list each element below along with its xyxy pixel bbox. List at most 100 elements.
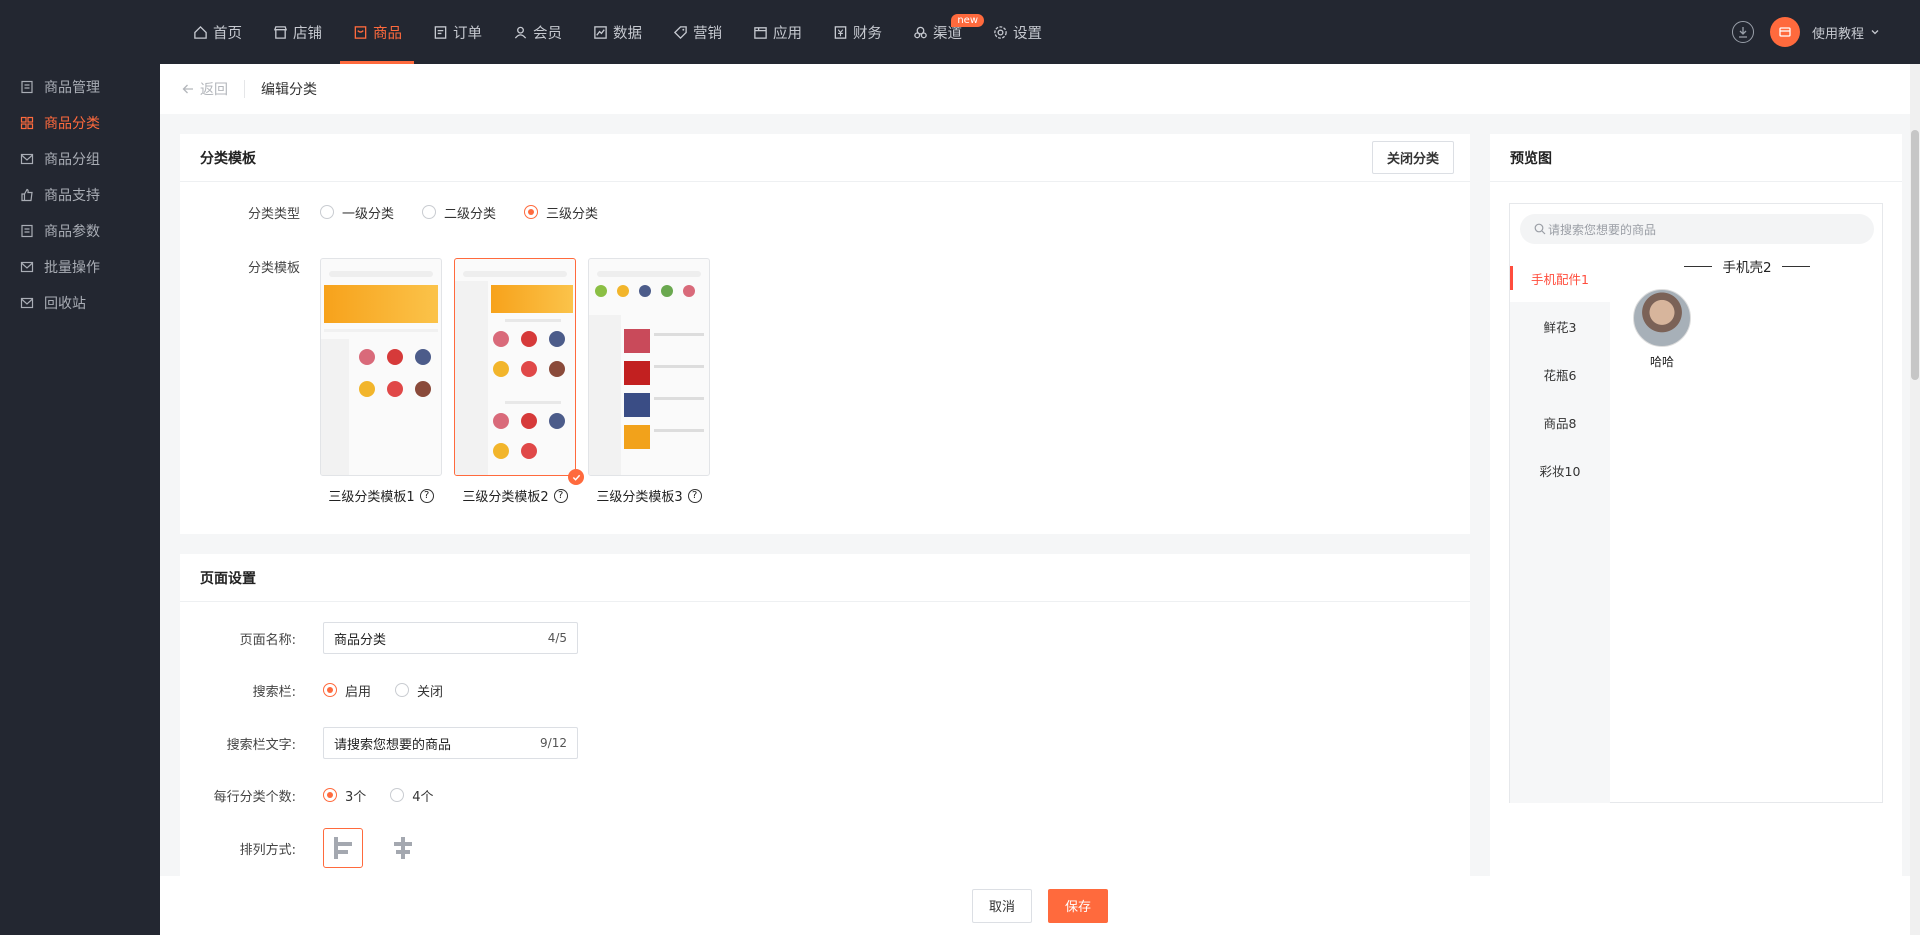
search-bar-row: 搜索栏: 启用 关闭	[180, 680, 443, 700]
top-right-tools: 使用教程	[1731, 0, 1880, 64]
cancel-button[interactable]: 取消	[971, 888, 1032, 923]
breadcrumb: 返回 编辑分类	[160, 64, 1920, 114]
radio-label: 一级分类	[342, 206, 395, 222]
nav-settings[interactable]: 设置	[980, 0, 1054, 64]
template-thumb-2[interactable]	[454, 258, 576, 476]
nav-label: 商品	[373, 25, 402, 42]
tag-icon	[672, 24, 688, 40]
nav-label: 会员	[533, 25, 562, 42]
mail-icon	[20, 152, 34, 166]
category-type-row: 分类类型 一级分类 二级分类 三级分类	[180, 202, 598, 222]
radio-dot	[395, 683, 410, 697]
nav-member[interactable]: 会员	[500, 0, 574, 64]
template-card: 分类模板 关闭分类 分类类型 一级分类 二级分类 三级分类 分类模板 三级分类模…	[180, 134, 1470, 534]
radio-per-row-3[interactable]: 3个	[323, 786, 366, 805]
subcategory-label: 手机壳2	[1722, 260, 1772, 276]
help-icon[interactable]: ?	[687, 488, 702, 503]
preview-category-item: 花瓶6	[1543, 367, 1577, 383]
template-thumb-1[interactable]	[320, 258, 442, 476]
sidebar-item-goods-support[interactable]: 商品支持	[0, 177, 160, 213]
template-card-header: 分类模板 关闭分类	[180, 134, 1470, 182]
preview-header: 预览图	[1490, 134, 1902, 182]
per-row-label: 每行分类个数:	[213, 789, 296, 805]
scrollbar[interactable]	[1910, 64, 1920, 935]
home-icon	[192, 24, 208, 40]
radio-level-1[interactable]: 一级分类	[320, 203, 394, 222]
nav-label: 数据	[613, 25, 642, 42]
preview-product-item: 哈哈	[1632, 289, 1692, 370]
batch-icon	[20, 260, 34, 274]
search-text-input[interactable]: 请搜索您想要的商品 9/12	[323, 727, 578, 759]
back-label: 返回	[200, 82, 228, 98]
category-template-label: 分类模板	[247, 260, 300, 276]
sidebar-item-label: 回收站	[44, 296, 86, 312]
sidebar-item-batch-ops[interactable]: 批量操作	[0, 249, 160, 285]
arrange-label: 排列方式:	[239, 842, 296, 858]
nav-label: 订单	[453, 25, 482, 42]
preview-category-list: 手机配件1 鲜花3 花瓶6 商品8 彩妆10	[1510, 254, 1610, 803]
template-thumb-3[interactable]	[588, 258, 710, 476]
align-left-button[interactable]	[323, 828, 363, 868]
radio-per-row-4[interactable]: 4个	[390, 786, 434, 805]
category-type-label: 分类类型	[247, 206, 300, 222]
nav-label: 应用	[773, 25, 802, 42]
preview-category-item: 鲜花3	[1543, 319, 1577, 335]
nav-channel[interactable]: 渠道 new	[900, 0, 984, 64]
nav-data[interactable]: 数据	[580, 0, 654, 64]
help-icon[interactable]: ?	[419, 488, 434, 503]
sidebar-item-recycle-bin[interactable]: 回收站	[0, 285, 160, 321]
search-text-label: 搜索栏文字:	[226, 737, 296, 753]
template-label: 三级分类模板3	[596, 490, 683, 505]
help-tutorial-dropdown[interactable]: 使用教程	[1812, 23, 1880, 42]
preview-category-item: 商品8	[1543, 415, 1577, 431]
nav-home[interactable]: 首页	[180, 0, 254, 64]
radio-label: 三级分类	[546, 206, 599, 222]
download-icon[interactable]	[1731, 21, 1754, 43]
thumbs-up-icon	[20, 188, 34, 202]
radio-label: 关闭	[417, 684, 444, 700]
sidebar-item-goods-params[interactable]: 商品参数	[0, 213, 160, 249]
nav-finance[interactable]: 财务	[820, 0, 894, 64]
preview-subcategory-title: 手机壳2	[1610, 256, 1884, 276]
recycle-bin-icon	[20, 296, 34, 310]
search-text-row: 搜索栏文字:	[180, 727, 296, 759]
help-icon[interactable]: ?	[553, 488, 568, 503]
main-nav: 首页 店铺 商品 订单 会员 数据 营销 应用 财务 渠道 new 设置	[180, 0, 1060, 64]
arrow-left-icon	[182, 83, 194, 95]
close-category-button[interactable]: 关闭分类	[1371, 141, 1454, 174]
sidebar-item-label: 商品管理	[44, 80, 100, 96]
nav-goods[interactable]: 商品	[340, 0, 414, 64]
search-bar-label: 搜索栏:	[252, 684, 296, 700]
sidebar-item-label: 批量操作	[44, 260, 100, 276]
nav-apps[interactable]: 应用	[740, 0, 814, 64]
card-title: 分类模板	[200, 150, 256, 167]
input-value: 请搜索您想要的商品	[334, 737, 452, 753]
main-content: 返回 编辑分类 分类模板 关闭分类 分类类型 一级分类 二级分类 三级分类 分类…	[160, 64, 1920, 935]
radio-dot	[320, 205, 334, 219]
order-icon	[432, 24, 448, 40]
page-name-row: 页面名称:	[180, 622, 296, 654]
radio-level-3[interactable]: 三级分类	[524, 203, 598, 222]
nav-marketing[interactable]: 营销	[660, 0, 734, 64]
sidebar-item-goods-category[interactable]: 商品分类	[0, 105, 160, 141]
radio-level-2[interactable]: 二级分类	[422, 203, 496, 222]
sidebar-item-goods-group[interactable]: 商品分组	[0, 141, 160, 177]
input-value: 商品分类	[334, 632, 387, 648]
sidebar-item-label: 商品支持	[44, 188, 100, 204]
per-row-row: 每行分类个数: 3个 4个	[180, 785, 434, 805]
radio-search-disable[interactable]: 关闭	[395, 681, 443, 700]
nav-store[interactable]: 店铺	[260, 0, 334, 64]
nav-label: 设置	[1013, 25, 1042, 42]
align-center-button[interactable]	[383, 828, 423, 868]
nav-order[interactable]: 订单	[420, 0, 494, 64]
save-button[interactable]: 保存	[1048, 888, 1109, 923]
radio-dot	[390, 788, 405, 802]
radio-search-enable[interactable]: 启用	[323, 681, 371, 700]
back-link[interactable]: 返回	[182, 80, 245, 98]
sidebar-item-goods-management[interactable]: 商品管理	[0, 69, 160, 105]
user-avatar[interactable]	[1769, 17, 1800, 47]
scroll-thumb[interactable]	[1911, 130, 1919, 380]
gear-icon	[992, 24, 1008, 40]
page-name-input[interactable]: 商品分类 4/5	[323, 622, 578, 654]
grid-icon	[20, 116, 34, 130]
